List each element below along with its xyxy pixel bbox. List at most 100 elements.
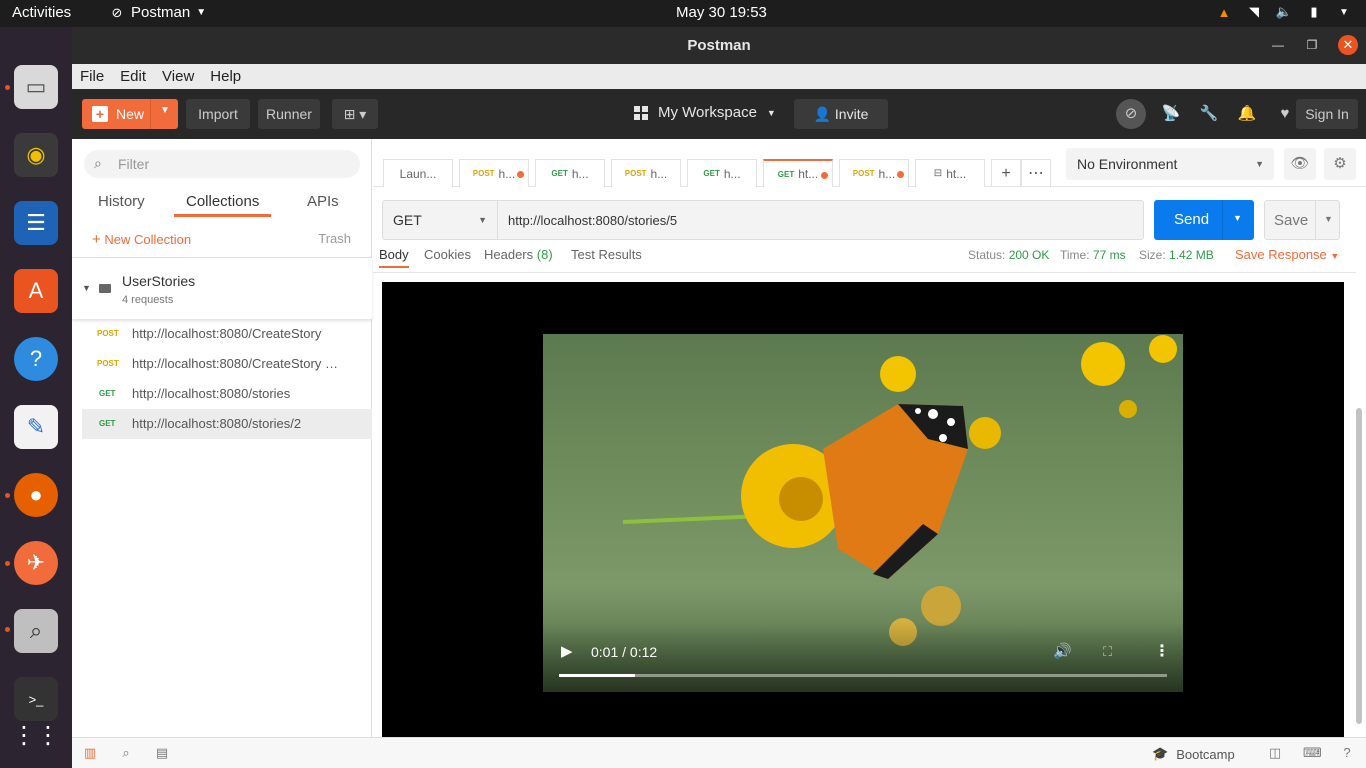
request-tab[interactable]: Laun... xyxy=(383,159,453,187)
bootcamp-button[interactable]: 🎓 Bootcamp xyxy=(1152,746,1235,762)
satellite-icon[interactable]: 📡 xyxy=(1158,99,1184,129)
software-center-icon[interactable]: A xyxy=(14,269,58,313)
wrench-icon[interactable]: 🔧 xyxy=(1196,99,1222,129)
runner-button[interactable]: Runner xyxy=(258,99,320,129)
maximize-icon[interactable]: ❐ xyxy=(1304,37,1320,53)
find-icon[interactable]: ⌕ xyxy=(118,745,134,761)
request-tab-active[interactable]: GET ht... xyxy=(763,159,833,187)
close-icon[interactable]: ✕ xyxy=(1338,35,1358,55)
send-label: Send xyxy=(1174,211,1210,228)
running-indicator xyxy=(5,561,10,566)
play-icon[interactable]: ▶ xyxy=(561,642,573,660)
new-collection-button[interactable]: + New Collection xyxy=(92,231,191,248)
heart-icon[interactable]: ♥ xyxy=(1272,99,1298,129)
chevron-down-icon[interactable]: ▼ xyxy=(1324,214,1333,224)
activities-button[interactable]: Activities xyxy=(12,4,71,21)
response-scrollbar[interactable] xyxy=(1356,408,1362,724)
bootcamp-label: Bootcamp xyxy=(1176,746,1235,762)
tab-body[interactable]: Body xyxy=(379,247,409,268)
request-tab[interactable]: POST h... xyxy=(611,159,681,187)
workspace-selector[interactable]: My Workspace ▼ xyxy=(634,104,776,121)
show-applications-icon[interactable]: ⋮⋮ xyxy=(12,713,60,757)
send-button[interactable]: Send ▼ xyxy=(1154,200,1254,240)
import-button[interactable]: Import xyxy=(186,99,250,129)
new-tab-plus-icon[interactable]: + xyxy=(991,159,1021,187)
save-response-label: Save Response xyxy=(1235,247,1327,262)
text-editor-icon[interactable]: ✎ xyxy=(14,405,58,449)
more-options-icon[interactable]: ⋮ xyxy=(1154,641,1170,661)
fullscreen-icon[interactable]: ⛶ xyxy=(1103,644,1112,660)
tab-cookies[interactable]: Cookies xyxy=(424,247,471,262)
more-tabs-icon[interactable]: ⋯ xyxy=(1021,159,1051,187)
sidebar-toggle-icon[interactable]: ▥ xyxy=(82,745,98,761)
request-method: GET xyxy=(99,419,116,428)
rhythmbox-icon[interactable]: ◉ xyxy=(14,133,58,177)
request-tab[interactable]: ⊟ ht... xyxy=(915,159,985,187)
tab-apis[interactable]: APIs xyxy=(307,193,339,210)
system-top-bar: Activities ⊘ Postman ▼ May 30 19:53 ▲ ◥ … xyxy=(0,0,1366,27)
writer-icon[interactable]: ☰ xyxy=(14,201,58,245)
chevron-down-icon[interactable]: ▼ xyxy=(1233,213,1242,223)
menu-edit[interactable]: Edit xyxy=(120,68,146,85)
menu-help[interactable]: Help xyxy=(210,68,241,85)
time-label: Time: xyxy=(1060,248,1090,262)
request-tab[interactable]: GET h... xyxy=(687,159,757,187)
request-tab[interactable]: POST h... xyxy=(459,159,529,187)
method-select[interactable]: GET ▼ xyxy=(382,200,498,240)
video-player[interactable]: ▶ 0:01 / 0:12 🔊 ⛶ ⋮ xyxy=(543,334,1183,692)
filter-input[interactable] xyxy=(118,154,348,174)
app-menu[interactable]: ⊘ Postman ▼ xyxy=(109,4,207,21)
system-tray[interactable]: ▲ ◥ 🔈 ▮ ▼ xyxy=(1216,4,1352,20)
help-icon[interactable]: ? xyxy=(14,337,58,381)
chevron-down-icon[interactable]: ▼ xyxy=(160,105,170,116)
request-item[interactable]: POST http://localhost:8080/CreateStory xyxy=(82,319,372,349)
new-button[interactable]: + New ▼ xyxy=(82,99,178,129)
chevron-down-icon: ▼ xyxy=(478,215,487,225)
minimize-icon[interactable]: — xyxy=(1270,37,1286,53)
help-icon[interactable]: ? xyxy=(1339,745,1355,761)
sign-in-button[interactable]: Sign In xyxy=(1296,99,1358,129)
tab-headers[interactable]: Headers (8) xyxy=(484,247,553,262)
postman-icon[interactable]: ✈ xyxy=(14,541,58,585)
menu-view[interactable]: View xyxy=(162,68,194,85)
tab-history[interactable]: History xyxy=(98,193,145,210)
dock: ▭ ◉ ☰ A ? ✎ ● ✈ ⌕ >_ ⋮⋮ xyxy=(0,27,72,768)
caret-down-icon[interactable]: ▼ xyxy=(82,283,91,293)
keyboard-shortcuts-icon[interactable]: ⌨ xyxy=(1303,745,1322,761)
invite-label: Invite xyxy=(834,106,869,122)
request-item-selected[interactable]: GET http://localhost:8080/stories/2 xyxy=(82,409,372,439)
volume-icon[interactable]: 🔊 xyxy=(1053,642,1072,660)
new-window-button[interactable]: ⊞ ▾ xyxy=(332,99,378,129)
request-tab[interactable]: POST h... xyxy=(839,159,909,187)
tab-test-results[interactable]: Test Results xyxy=(571,247,642,262)
console-icon[interactable]: ▤ xyxy=(154,745,170,761)
environment-selector[interactable]: No Environment ▼ xyxy=(1066,148,1274,180)
tab-label: h... xyxy=(498,166,516,181)
invite-button[interactable]: 👤 Invite xyxy=(794,99,888,129)
clock[interactable]: May 30 19:53 xyxy=(676,4,767,21)
menu-file[interactable]: File xyxy=(80,68,104,85)
app-menu-label: Postman xyxy=(131,4,191,21)
request-tab[interactable]: GET h... xyxy=(535,159,605,187)
two-pane-icon[interactable]: ◫ xyxy=(1267,745,1283,761)
request-item[interactable]: GET http://localhost:8080/stories xyxy=(82,379,372,409)
gear-icon[interactable]: ⚙ xyxy=(1324,148,1356,180)
collection-header[interactable]: ▼ UserStories 4 requests xyxy=(72,257,372,319)
firefox-icon[interactable]: ● xyxy=(14,473,58,517)
request-item[interactable]: POST http://localhost:8080/CreateStory C… xyxy=(82,349,372,379)
save-response-button[interactable]: Save Response ▼ xyxy=(1235,247,1339,262)
video-progress-bar[interactable] xyxy=(559,674,1167,677)
image-viewer-icon[interactable]: ⌕ xyxy=(14,609,58,653)
environment-label: No Environment xyxy=(1077,156,1178,172)
bell-icon[interactable]: 🔔 xyxy=(1234,99,1260,129)
trash-button[interactable]: Trash xyxy=(318,231,351,246)
eye-icon[interactable]: 👁 xyxy=(1284,148,1316,180)
vlc-icon[interactable]: ▲ xyxy=(1216,4,1232,20)
url-input[interactable] xyxy=(497,200,1144,240)
save-button[interactable]: Save ▼ xyxy=(1264,200,1340,240)
postman-app-icon: ⊘ xyxy=(111,4,123,20)
chevron-down-icon: ▼ xyxy=(1339,6,1349,18)
files-icon[interactable]: ▭ xyxy=(14,65,58,109)
sync-off-icon[interactable]: ⊘ xyxy=(1116,99,1146,129)
tab-collections[interactable]: Collections xyxy=(174,193,272,217)
